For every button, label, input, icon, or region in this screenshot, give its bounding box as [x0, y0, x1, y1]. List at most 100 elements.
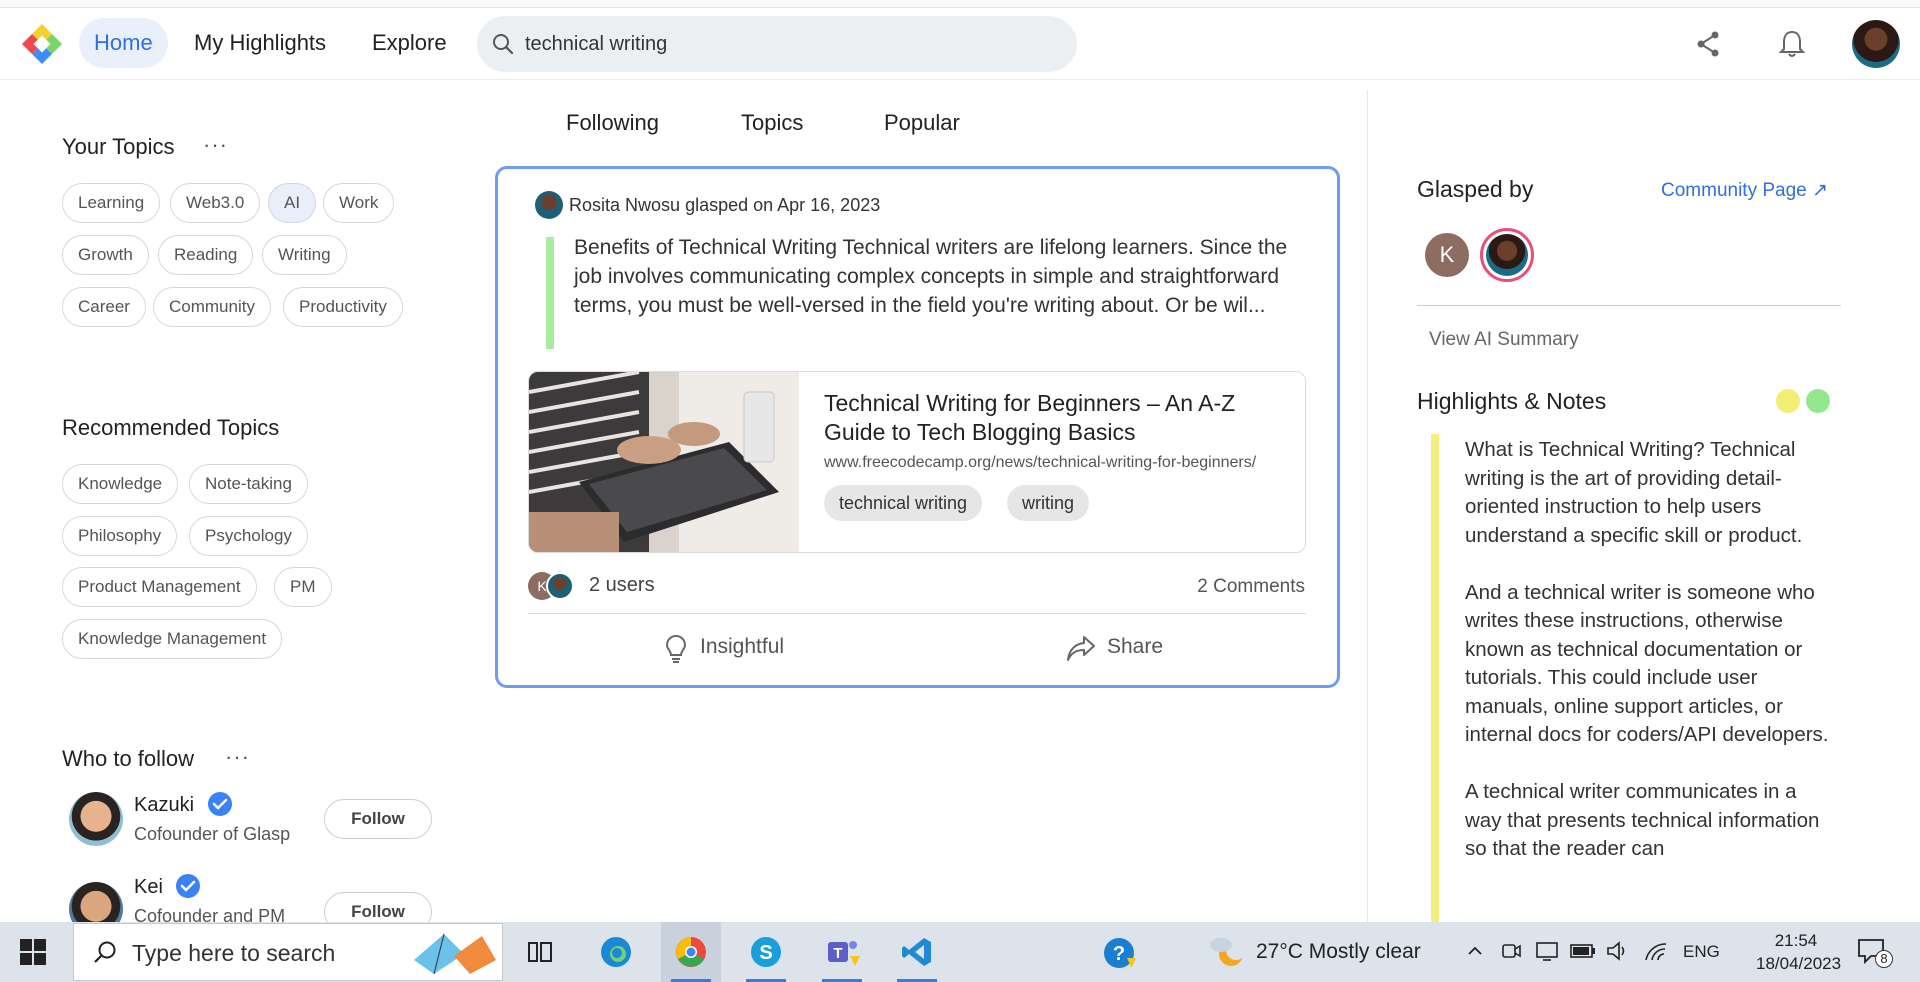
chrome-browser-icon[interactable] — [661, 922, 721, 982]
topic-chip[interactable]: Work — [323, 183, 395, 223]
search-highlight-kite-icon — [414, 933, 496, 975]
card-divider — [528, 613, 1306, 614]
verified-icon — [176, 874, 200, 898]
teams-icon[interactable]: T — [812, 922, 872, 982]
search-input[interactable]: technical writing — [477, 16, 1077, 72]
nav-explore[interactable]: Explore — [372, 18, 447, 68]
highlight-note-text[interactable]: What is Technical Writing? Technical wri… — [1465, 436, 1835, 892]
follow-name[interactable]: Kei — [134, 876, 163, 899]
right-panel-separator — [1417, 305, 1841, 306]
link-title[interactable]: Technical Writing for Beginners – An A-Z… — [824, 389, 1294, 447]
view-ai-summary-link[interactable]: View AI Summary — [1429, 329, 1579, 351]
bell-icon[interactable] — [1776, 28, 1808, 60]
browser-top-strip — [0, 0, 1920, 8]
follow-name[interactable]: Kazuki — [134, 794, 194, 817]
recommended-chip[interactable]: Philosophy — [62, 516, 178, 556]
clock-time: 21:54 — [1774, 931, 1818, 950]
topic-chip[interactable]: Writing — [262, 235, 347, 275]
notification-center-icon[interactable]: 8 — [1857, 938, 1893, 968]
note-highlight-bar — [1431, 434, 1439, 922]
help-icon[interactable]: ? — [1103, 936, 1137, 970]
volume-icon[interactable] — [1606, 940, 1630, 962]
topic-chip-active[interactable]: AI — [268, 183, 317, 223]
battery-icon[interactable] — [1570, 942, 1596, 960]
your-topics-menu[interactable]: ··· — [203, 132, 228, 158]
user-avatar[interactable] — [1852, 20, 1900, 68]
right-panel-divider — [1367, 90, 1368, 922]
share-label: Share — [1107, 635, 1164, 658]
recommended-chip[interactable]: Knowledge Management — [62, 619, 283, 659]
recommended-chip[interactable]: PM — [274, 567, 332, 607]
windows-taskbar: Type here to search S T ? 27°C Mostly cl… — [0, 922, 1920, 982]
weather-text[interactable]: 27°C Mostly clear — [1256, 922, 1421, 982]
yellow-highlight-dot[interactable] — [1776, 389, 1800, 413]
users-count[interactable]: 2 users — [589, 574, 655, 597]
language-indicator[interactable]: ENG — [1683, 922, 1720, 982]
tab-following[interactable]: Following — [566, 110, 659, 136]
avatar-kazuki[interactable] — [69, 792, 123, 846]
comments-link[interactable]: 2 Comments — [1197, 576, 1305, 598]
users-avatars[interactable]: K — [528, 572, 578, 602]
topic-chip[interactable]: Community — [153, 287, 271, 327]
glasp-logo-icon[interactable] — [18, 20, 66, 68]
edge-browser-icon[interactable] — [586, 922, 646, 982]
weather-moon-cloud-icon — [1210, 938, 1246, 966]
share-icon[interactable] — [1692, 28, 1724, 60]
recommended-chip[interactable]: Psychology — [189, 516, 308, 556]
tab-topics[interactable]: Topics — [741, 110, 803, 136]
meet-now-icon[interactable] — [1500, 940, 1522, 962]
search-value: technical writing — [525, 33, 668, 55]
article-thumbnail — [529, 372, 799, 552]
highlight-quote[interactable]: Benefits of Technical Writing Technical … — [574, 233, 1304, 320]
follow-button[interactable]: Follow — [324, 799, 432, 839]
post-header: Rosita Nwosu glasped on Apr 16, 2023 — [569, 191, 880, 219]
svg-text:T: T — [833, 945, 842, 962]
topic-chip[interactable]: Productivity — [283, 287, 403, 327]
chevron-up-icon[interactable] — [1466, 942, 1484, 960]
clock-date: 18/04/2023 — [1756, 954, 1842, 973]
skype-icon[interactable]: S — [736, 922, 796, 982]
green-highlight-dot[interactable] — [1806, 389, 1830, 413]
follow-row-clipped: Kei Cofounder and PM Follow — [0, 870, 460, 922]
follow-role: Cofounder of Glasp — [134, 824, 291, 844]
clock[interactable]: 21:54 18/04/2023 — [1756, 929, 1842, 975]
nav-home[interactable]: Home — [79, 18, 168, 68]
recommended-chip[interactable]: Note-taking — [189, 464, 308, 504]
topic-chip[interactable]: Web3.0 — [170, 183, 261, 223]
post-user-avatar[interactable] — [535, 191, 563, 219]
avatar-kei[interactable] — [69, 882, 123, 922]
post-user-name[interactable]: Rosita Nwosu — [569, 195, 680, 215]
community-page-link[interactable]: Community Page ↗ — [1661, 179, 1828, 202]
recommended-chip[interactable]: Product Management — [62, 567, 257, 607]
wifi-icon[interactable] — [1644, 940, 1668, 962]
search-icon — [493, 34, 514, 55]
share-button[interactable]: Share — [1065, 635, 1164, 661]
topic-chip[interactable]: Growth — [62, 235, 149, 275]
user-avatar-2 — [546, 572, 574, 600]
topic-chip[interactable]: Career — [62, 287, 146, 327]
follow-button[interactable]: Follow — [324, 892, 432, 922]
glasper-avatar-selected[interactable] — [1480, 228, 1534, 282]
topic-chip[interactable]: Reading — [158, 235, 254, 275]
insightful-button[interactable]: Insightful — [662, 634, 784, 663]
link-preview[interactable]: Technical Writing for Beginners – An A-Z… — [528, 371, 1306, 553]
windows-start-icon[interactable] — [20, 939, 46, 965]
post-tag[interactable]: writing — [1007, 485, 1090, 521]
remote-display-icon[interactable] — [1535, 940, 1559, 962]
post-tag[interactable]: technical writing — [824, 485, 983, 521]
taskbar-search-placeholder: Type here to search — [132, 940, 336, 966]
tab-popular[interactable]: Popular — [884, 110, 960, 136]
nav-my-highlights[interactable]: My Highlights — [194, 18, 326, 68]
glasped-by-title: Glasped by — [1417, 176, 1534, 202]
glasper-avatar-k[interactable]: K — [1425, 233, 1469, 277]
link-url[interactable]: www.freecodecamp.org/news/technical-writ… — [824, 454, 1256, 472]
who-to-follow-menu[interactable]: ··· — [225, 744, 250, 770]
vscode-icon[interactable] — [887, 922, 947, 982]
share-arrow-icon — [1067, 636, 1095, 661]
recommended-chip[interactable]: Knowledge — [62, 464, 179, 504]
highlight-card[interactable]: Rosita Nwosu glasped on Apr 16, 2023 Ben… — [495, 166, 1340, 688]
topic-chip[interactable]: Learning — [62, 183, 161, 223]
taskbar-search[interactable]: Type here to search — [73, 923, 503, 981]
task-view-icon[interactable] — [510, 922, 570, 982]
highlight-color-bar — [546, 237, 554, 349]
